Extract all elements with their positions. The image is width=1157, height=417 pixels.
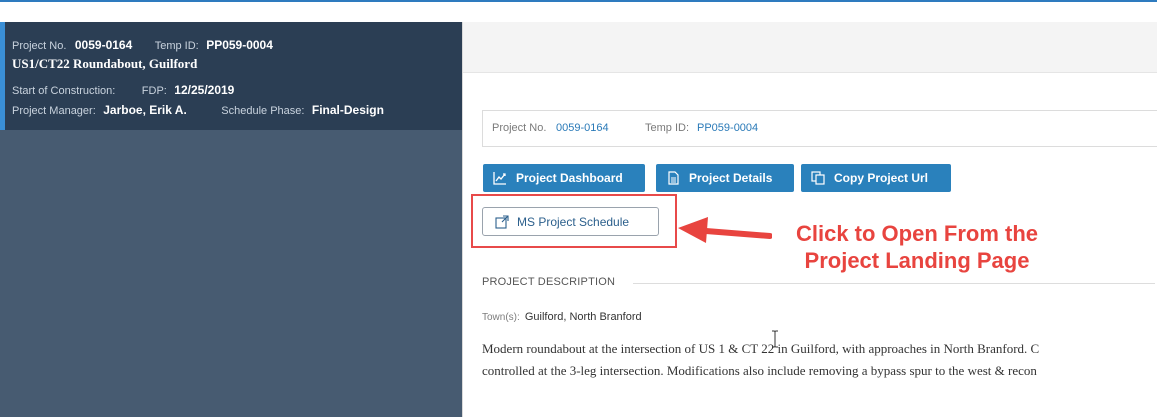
project-dashboard-label: Project Dashboard xyxy=(516,171,623,185)
description-line-2: controlled at the 3-leg intersection. Mo… xyxy=(482,363,1037,378)
start-construction-label: Start of Construction: xyxy=(12,85,116,97)
phase-value: Final-Design xyxy=(311,103,384,117)
fdp-label: FDP: xyxy=(141,85,167,97)
highlight-box xyxy=(471,194,677,248)
project-no-label: Project No. xyxy=(12,40,67,52)
copy-project-url-label: Copy Project Url xyxy=(834,171,929,185)
phase-label: Schedule Phase: xyxy=(221,105,305,117)
info-temp-id-label: Temp ID: xyxy=(645,122,690,134)
document-icon xyxy=(666,171,680,185)
copy-icon xyxy=(811,171,825,185)
project-title: US1/CT22 Roundabout, Guilford xyxy=(12,56,198,71)
project-info-box: Project No. 0059-0164 Temp ID: PP059-000… xyxy=(482,110,1157,147)
copy-project-url-button[interactable]: Copy Project Url xyxy=(801,164,951,192)
construction-row: Start of Construction: FDP: 12/25/2019 xyxy=(12,81,234,99)
info-temp-id-value: PP059-0004 xyxy=(697,122,759,134)
towns-value: Guilford, North Branford xyxy=(524,311,642,323)
left-panel: Project No. 0059-0164 Temp ID: PP059-000… xyxy=(0,22,462,417)
manager-row: Project Manager: Jarboe, Erik A. Schedul… xyxy=(12,101,384,119)
project-description-heading: PROJECT DESCRIPTION xyxy=(482,276,616,288)
project-id-row: Project No. 0059-0164 Temp ID: PP059-000… xyxy=(12,36,273,54)
callout-line-2: Project Landing Page xyxy=(804,248,1030,273)
temp-id-value: PP059-0004 xyxy=(206,38,273,52)
top-bar xyxy=(0,2,1157,23)
project-dashboard-button[interactable]: Project Dashboard xyxy=(483,164,645,192)
panel-divider xyxy=(462,22,463,417)
project-details-label: Project Details xyxy=(689,171,773,185)
selected-accent-bar xyxy=(0,22,5,130)
section-divider xyxy=(633,283,1155,284)
towns-row: Town(s): Guilford, North Branford xyxy=(482,311,642,323)
callout-line-1: Click to Open From the xyxy=(795,221,1039,246)
project-no-value: 0059-0164 xyxy=(74,38,133,52)
project-summary-card[interactable]: Project No. 0059-0164 Temp ID: PP059-000… xyxy=(0,22,462,130)
info-project-no-label: Project No. xyxy=(492,122,547,134)
trend-chart-icon xyxy=(493,171,507,185)
towns-label: Town(s): xyxy=(482,312,520,323)
project-details-button[interactable]: Project Details xyxy=(656,164,794,192)
temp-id-label: Temp ID: xyxy=(154,40,199,52)
description-line-1: Modern roundabout at the intersection of… xyxy=(482,341,1040,356)
fdp-value: 12/25/2019 xyxy=(174,83,235,97)
info-project-no-value: 0059-0164 xyxy=(556,122,609,134)
content-header-bar xyxy=(463,22,1157,73)
text-cursor-icon xyxy=(772,330,778,348)
manager-label: Project Manager: xyxy=(12,105,96,117)
manager-value: Jarboe, Erik A. xyxy=(103,103,187,117)
callout-annotation: Click to Open From the Project Landing P… xyxy=(742,220,1092,274)
